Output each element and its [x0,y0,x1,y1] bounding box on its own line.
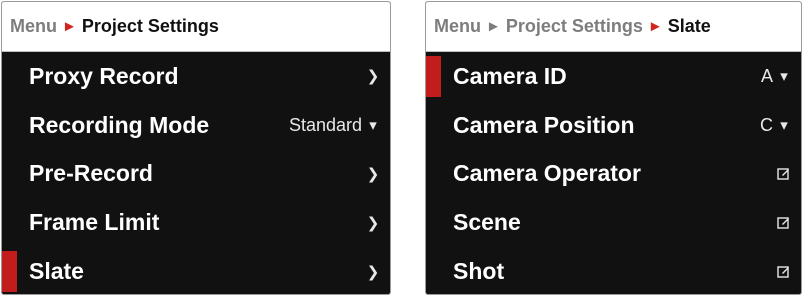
breadcrumb: Menu ► Project Settings [2,2,390,52]
breadcrumb: Menu ► Project Settings ► Slate [426,2,801,52]
menu-list: Proxy Record ❯ Recording Mode Standard ▾… [2,52,390,294]
breadcrumb-current: Slate [667,16,711,36]
menu-item-pre-record[interactable]: Pre-Record ❯ [2,150,390,199]
recording-mode-value: Standard [288,114,362,135]
menu-item-label: Pre-Record [29,160,153,187]
chevron-right-icon: ❯ [366,263,380,281]
menu-item-label: Proxy Record [29,62,179,89]
menu-item-recording-mode[interactable]: Recording Mode Standard ▾ [2,101,390,150]
menu-item-label: Camera ID [453,62,567,89]
selection-indicator [2,251,17,292]
slate-menu-panel: Menu ► Project Settings ► Slate Camera I… [425,1,802,295]
dropdown-arrow-icon: ▾ [780,117,788,135]
edit-icon [777,167,791,181]
menu-item-proxy-record[interactable]: Proxy Record ❯ [2,52,390,101]
menu-item-label: Camera Operator [453,160,641,187]
breadcrumb-separator-icon: ► [62,18,77,35]
menu-list: Camera ID A ▾ Camera Position C ▾ Camera… [426,52,801,294]
menu-item-label: Slate [29,258,84,285]
camera-id-value: A [760,65,773,86]
dropdown-arrow-icon: ▾ [780,68,788,86]
breadcrumb-separator-icon: ► [486,18,501,35]
chevron-right-icon: ❯ [366,68,380,86]
selection-indicator [426,56,441,97]
menu-item-camera-operator[interactable]: Camera Operator [426,150,801,199]
menu-item-label: Recording Mode [29,111,210,138]
breadcrumb-current: Project Settings [81,16,219,36]
camera-position-value: C [760,114,773,135]
project-settings-menu-panel: Menu ► Project Settings Proxy Record ❯ R… [1,1,391,295]
menu-item-label: Shot [453,258,505,285]
menu-item-frame-limit[interactable]: Frame Limit ❯ [2,198,390,247]
chevron-right-icon: ❯ [366,165,380,183]
edit-icon [777,265,791,278]
menu-item-camera-id[interactable]: Camera ID A ▾ [426,52,801,101]
breadcrumb-separator-icon: ► [647,18,663,35]
menu-item-scene[interactable]: Scene [426,198,801,247]
chevron-right-icon: ❯ [366,214,380,232]
breadcrumb-menu[interactable]: Menu [434,16,481,37]
menu-item-label: Camera Position [453,111,635,138]
dropdown-arrow-icon: ▾ [369,117,377,135]
menu-item-label: Scene [453,209,521,236]
menu-item-label: Frame Limit [29,209,160,236]
breadcrumb-project-settings[interactable]: Project Settings [506,16,643,37]
menu-item-slate[interactable]: Slate ❯ [2,247,390,294]
breadcrumb-menu[interactable]: Menu [10,16,57,37]
menu-item-camera-position[interactable]: Camera Position C ▾ [426,101,801,150]
menu-item-shot[interactable]: Shot [426,247,801,294]
edit-icon [777,216,791,229]
